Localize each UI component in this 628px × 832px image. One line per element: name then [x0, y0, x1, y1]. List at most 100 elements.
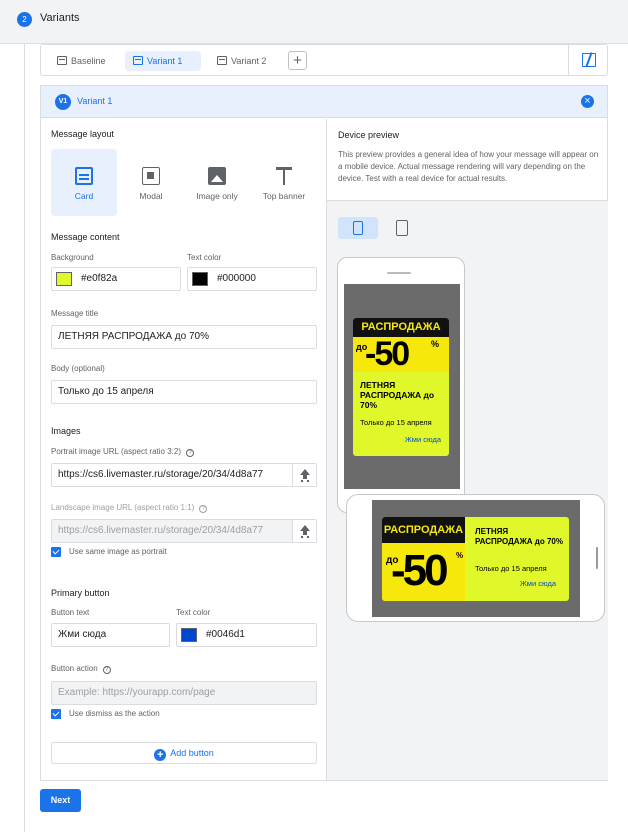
text-color-value: #000000	[217, 273, 256, 284]
background-color-field[interactable]: #e0f82a	[51, 267, 181, 291]
message-title-input[interactable]: ЛЕТНЯЯ РАСПРОДАЖА до 70%	[51, 325, 317, 349]
image-icon	[208, 167, 226, 185]
add-button-label: Add button	[170, 748, 214, 758]
card-layout-icon	[75, 167, 93, 185]
primary-button-label: Primary button	[51, 588, 110, 598]
button-text-color-label: Text color	[176, 608, 211, 617]
background-label: Background	[51, 253, 94, 262]
portrait-url-label: Portrait image URL (aspect ratio 3:2)	[51, 447, 181, 456]
phone-view-button[interactable]	[338, 217, 378, 239]
card-message-preview: РАСПРОДАЖА до -50 % ЛЕТНЯЯ РАСПРОДАЖА до…	[353, 318, 449, 456]
step-number-badge: 2	[17, 12, 32, 27]
dismiss-action-checkbox[interactable]	[51, 709, 61, 719]
same-image-label: Use same image as portrait	[69, 547, 167, 556]
landscape-url-label: Landscape image URL (aspect ratio 1:1)	[51, 503, 195, 512]
promo-percent: %	[431, 339, 440, 349]
background-color-value: #e0f82a	[81, 273, 118, 284]
button-action-input[interactable]: Example: https://yourapp.com/page	[51, 681, 317, 705]
upload-icon[interactable]	[292, 520, 316, 542]
message-layout-label: Message layout	[51, 129, 115, 139]
promo-headline: РАСПРОДАЖА	[382, 517, 465, 543]
message-form: Message layout Card Modal Image only Top…	[41, 119, 326, 780]
tab-baseline[interactable]: Baseline	[49, 51, 119, 71]
card-message-preview: РАСПРОДАЖА до -50 % ЛЕТНЯЯ РАСПРОДАЖА до…	[382, 517, 569, 601]
device-preview-pane: Device preview This preview provides a g…	[326, 119, 608, 780]
landscape-screen: РАСПРОДАЖА до -50 % ЛЕТНЯЯ РАСПРОДАЖА до…	[372, 500, 580, 617]
landscape-phone-mockup: РАСПРОДАЖА до -50 % ЛЕТНЯЯ РАСПРОДАЖА до…	[346, 494, 605, 622]
top-banner-icon	[275, 167, 293, 185]
variant-header: V1 Variant 1 ×	[41, 86, 607, 118]
preview-body: Только до 15 апреля	[360, 418, 432, 427]
button-text-color-field[interactable]: #0046d1	[176, 623, 317, 647]
layout-option-label: Image only	[196, 191, 238, 201]
message-icon	[57, 56, 67, 65]
button-color-value: #0046d1	[206, 629, 245, 640]
step-title: Variants	[40, 12, 80, 24]
plus-icon: +	[154, 749, 167, 761]
layout-option-label: Modal	[139, 191, 163, 201]
upload-icon[interactable]	[292, 464, 316, 486]
help-icon[interactable]: ?	[185, 449, 194, 457]
message-icon	[133, 56, 143, 65]
preview-area: РАСПРОДАЖА до -50 % ЛЕТНЯЯ РАСПРОДАЖА до…	[327, 200, 608, 780]
preview-body: Только до 15 апреля	[475, 564, 547, 573]
preview-button: Жми сюда	[519, 579, 556, 588]
preview-title: ЛЕТНЯЯ РАСПРОДАЖА до 70%	[475, 527, 563, 546]
body-input[interactable]: Только до 15 апреля	[51, 380, 317, 404]
text-color-swatch[interactable]	[192, 272, 208, 286]
portrait-url-label-row: Portrait image URL (aspect ratio 3:2)?	[51, 447, 194, 457]
variant-panel: V1 Variant 1 × Message layout Card Modal…	[40, 85, 608, 781]
same-image-checkbox[interactable]	[51, 547, 61, 557]
divider	[568, 45, 569, 75]
message-icon	[217, 56, 227, 65]
text-color-field[interactable]: #000000	[187, 267, 317, 291]
background-swatch[interactable]	[56, 272, 72, 286]
variant-badge: V1	[55, 94, 71, 110]
phone-home-button	[596, 547, 598, 569]
phone-speaker	[387, 272, 411, 274]
tablet-view-button[interactable]	[382, 217, 422, 239]
step-rail	[24, 44, 25, 832]
landscape-url-value: https://cs6.livemaster.ru/storage/20/34/…	[58, 525, 264, 536]
tablet-icon	[396, 220, 408, 236]
portrait-url-value: https://cs6.livemaster.ru/storage/20/34/…	[58, 469, 264, 480]
button-color-swatch[interactable]	[181, 628, 197, 642]
button-text-label: Button text	[51, 608, 90, 617]
body-label: Body (optional)	[51, 364, 105, 373]
variant-tabs: Baseline Variant 1 Variant 2 +	[40, 44, 608, 76]
tab-label: Variant 2	[231, 56, 267, 66]
layout-option-label: Top banner	[262, 191, 306, 201]
layout-option-card[interactable]: Card	[51, 149, 117, 216]
promo-image: РАСПРОДАЖА до -50 %	[353, 318, 449, 373]
images-label: Images	[51, 426, 81, 436]
portrait-url-input[interactable]: https://cs6.livemaster.ru/storage/20/34/…	[51, 463, 317, 487]
layout-option-top-banner[interactable]: Top banner	[251, 149, 317, 216]
preview-button: Жми сюда	[404, 435, 441, 444]
tab-variant-1[interactable]: Variant 1	[125, 51, 201, 71]
add-variant-button[interactable]: +	[288, 51, 307, 70]
tab-variant-2[interactable]: Variant 2	[209, 51, 283, 71]
compare-icon[interactable]	[582, 53, 596, 67]
next-button[interactable]: Next	[40, 789, 81, 812]
layout-option-label: Card	[74, 191, 94, 201]
tab-label: Variant 1	[147, 56, 183, 66]
promo-amount: -50	[391, 546, 449, 595]
button-action-label-row: Button action?	[51, 664, 111, 674]
landscape-url-input[interactable]: https://cs6.livemaster.ru/storage/20/34/…	[51, 519, 317, 543]
help-icon[interactable]: ?	[199, 505, 208, 513]
modal-layout-icon	[142, 167, 160, 185]
close-icon[interactable]: ×	[581, 95, 594, 108]
device-preview-description: This preview provides a general idea of …	[338, 150, 599, 183]
device-preview-title: Device preview	[338, 130, 400, 140]
layout-option-modal[interactable]: Modal	[118, 149, 184, 216]
button-action-label: Button action	[51, 664, 98, 673]
landscape-url-label-row: Landscape image URL (aspect ratio 1:1)?	[51, 503, 208, 513]
promo-image: РАСПРОДАЖА до -50 %	[382, 517, 465, 601]
layout-option-image-only[interactable]: Image only	[184, 149, 250, 216]
portrait-screen: РАСПРОДАЖА до -50 % ЛЕТНЯЯ РАСПРОДАЖА до…	[344, 284, 460, 489]
add-button[interactable]: + Add button	[51, 742, 317, 764]
help-icon[interactable]: ?	[102, 666, 111, 674]
button-text-input[interactable]: Жми сюда	[51, 623, 170, 647]
tab-label: Baseline	[71, 56, 106, 66]
message-title-label: Message title	[51, 309, 99, 318]
